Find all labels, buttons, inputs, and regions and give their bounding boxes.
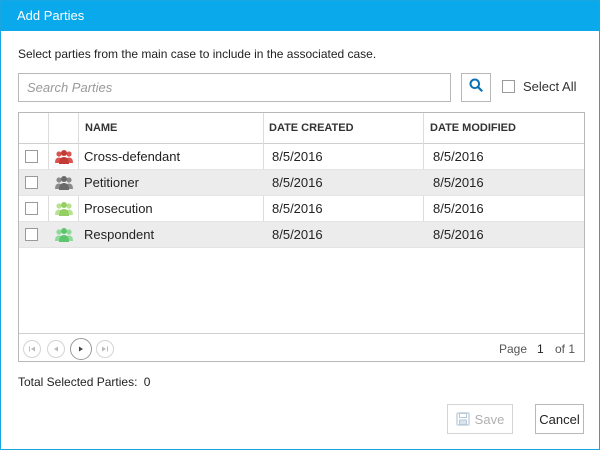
column-header-date-modified[interactable]: DATE MODIFIED <box>424 113 516 144</box>
row-checkbox[interactable] <box>25 202 38 215</box>
add-parties-dialog: Add Parties Select parties from the main… <box>0 0 600 450</box>
total-selected: Total Selected Parties: 0 <box>18 375 150 389</box>
chevron-left-icon <box>54 346 58 352</box>
first-page-button[interactable] <box>23 340 41 358</box>
date-created: 8/5/2016 <box>272 227 323 242</box>
current-page-number[interactable]: 1 <box>537 334 544 364</box>
total-selected-count: 0 <box>143 375 151 389</box>
date-modified: 8/5/2016 <box>433 227 484 242</box>
table-row[interactable]: Petitioner 8/5/2016 8/5/2016 <box>19 170 584 196</box>
date-modified: 8/5/2016 <box>433 149 484 164</box>
column-header-date-created[interactable]: DATE CREATED <box>263 113 354 144</box>
table-row[interactable]: Respondent 8/5/2016 8/5/2016 <box>19 222 584 248</box>
previous-page-button[interactable] <box>47 340 65 358</box>
parties-grid: NAME DATE CREATED DATE MODIFIED Cross-de… <box>18 112 585 362</box>
select-all-toggle[interactable]: Select All <box>502 79 576 94</box>
select-all-checkbox[interactable] <box>502 80 515 93</box>
table-row[interactable]: Cross-defendant 8/5/2016 8/5/2016 <box>19 144 584 170</box>
grid-pager: Page 1 of 1 <box>19 333 584 361</box>
select-all-label: Select All <box>523 79 577 94</box>
instructions-text: Select parties from the main case to inc… <box>18 47 377 61</box>
party-name: Petitioner <box>84 175 139 190</box>
search-button[interactable] <box>461 73 491 102</box>
grid-header: NAME DATE CREATED DATE MODIFIED <box>19 113 584 144</box>
row-checkbox[interactable] <box>25 228 38 241</box>
people-icon <box>55 201 73 222</box>
column-header-name[interactable]: NAME <box>79 113 117 144</box>
search-parties-input[interactable] <box>18 73 451 102</box>
date-created: 8/5/2016 <box>272 201 323 216</box>
date-created: 8/5/2016 <box>272 175 323 190</box>
row-checkbox[interactable] <box>25 176 38 189</box>
people-icon <box>55 149 73 170</box>
table-row[interactable]: Prosecution 8/5/2016 8/5/2016 <box>19 196 584 222</box>
party-name: Cross-defendant <box>84 149 181 164</box>
next-page-button[interactable] <box>70 338 92 360</box>
date-modified: 8/5/2016 <box>433 201 484 216</box>
save-icon <box>456 412 470 426</box>
date-created: 8/5/2016 <box>272 149 323 164</box>
people-icon <box>55 227 73 248</box>
save-button-label: Save <box>474 411 505 427</box>
first-page-icon <box>29 346 35 352</box>
page-count: of 1 <box>555 342 576 356</box>
party-name: Respondent <box>84 227 155 242</box>
search-icon <box>469 78 483 97</box>
total-selected-label: Total Selected Parties: <box>18 375 138 389</box>
people-icon <box>55 175 73 196</box>
save-button[interactable]: Save <box>447 404 513 434</box>
date-modified: 8/5/2016 <box>433 175 484 190</box>
row-checkbox[interactable] <box>25 150 38 163</box>
dialog-title: Add Parties <box>1 1 599 31</box>
cancel-button-label: Cancel <box>539 411 580 427</box>
page-label: Page <box>499 342 528 356</box>
chevron-right-icon <box>79 346 83 352</box>
last-page-icon <box>102 346 108 352</box>
party-name: Prosecution <box>84 201 153 216</box>
cancel-button[interactable]: Cancel <box>535 404 584 434</box>
last-page-button[interactable] <box>96 340 114 358</box>
